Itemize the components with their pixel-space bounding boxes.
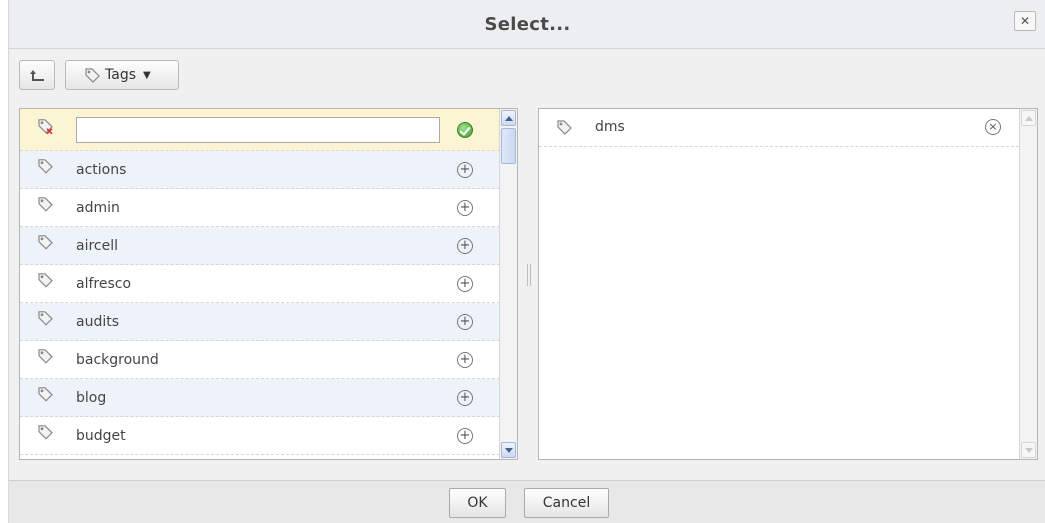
close-button[interactable]: ✕ [1014,11,1036,31]
tag-icon [85,68,100,83]
ok-button[interactable]: OK [449,488,506,518]
tag-icon [36,270,54,292]
search-row [20,109,500,151]
add-icon[interactable]: + [457,199,473,216]
add-icon[interactable]: + [457,427,473,444]
add-icon[interactable]: + [457,389,473,406]
list-item: audits + [20,303,500,341]
list-item-label: blog [76,389,107,406]
list-item-label: budget [76,427,126,444]
list-item-label: audits [76,313,120,330]
selected-item: dms × [539,109,1019,147]
list-item-label: admin [76,199,120,216]
list-item: admin + [20,189,500,227]
new-tag-icon [36,116,54,138]
list-item: actions + [20,151,500,189]
available-items-panel: actions + admin + aircell + alfresco + a… [19,108,518,460]
available-items-scrollbar[interactable] [499,109,517,459]
tag-icon [36,308,54,330]
tags-dropdown-button[interactable]: Tags ▼ [65,60,179,90]
list-item: background + [20,341,500,379]
add-icon[interactable]: + [457,313,473,330]
dialog-footer: OK Cancel [9,480,1045,523]
list-item-label: actions [76,161,127,178]
list-item-label: aircell [76,237,119,254]
scroll-up-icon[interactable] [1021,110,1036,126]
tag-icon [36,194,54,216]
scroll-down-icon[interactable] [501,442,516,458]
navigate-up-button[interactable] [19,60,55,90]
cancel-button[interactable]: Cancel [524,488,609,518]
tag-icon [36,156,54,178]
panel-splitter-handle[interactable] [527,264,531,286]
up-arrow-icon [30,70,44,81]
scroll-up-icon[interactable] [501,110,516,126]
available-items-list: actions + admin + aircell + alfresco + a… [20,109,500,455]
scroll-down-icon[interactable] [1021,442,1036,458]
tag-icon [36,384,54,406]
selected-items-panel: dms × [538,108,1038,460]
tag-icon [36,232,54,254]
add-icon[interactable]: + [457,237,473,254]
dialog-titlebar: Select... ✕ [9,0,1045,49]
tag-icon [36,422,54,444]
dialog-title: Select... [484,14,571,35]
remove-icon[interactable]: × [985,119,1001,135]
list-item: blog + [20,379,500,417]
chevron-down-icon: ▼ [143,69,151,81]
select-dialog: Select... ✕ Tags ▼ actions + admin + air… [8,0,1045,523]
tags-dropdown-label: Tags [105,67,136,83]
tag-icon [555,118,573,140]
add-icon[interactable]: + [457,351,473,368]
list-item-label: alfresco [76,275,132,292]
tag-icon [36,346,54,368]
tag-search-input[interactable] [76,117,440,143]
list-item-label: background [76,351,159,368]
selected-items-scrollbar[interactable] [1019,109,1037,459]
selected-item-label: dms [595,119,625,135]
add-icon[interactable]: + [457,275,473,292]
toolbar: Tags ▼ [9,56,1045,94]
scroll-thumb[interactable] [501,128,516,164]
confirm-check-icon[interactable] [457,122,473,138]
list-item: budget + [20,417,500,455]
list-item: alfresco + [20,265,500,303]
add-icon[interactable]: + [457,161,473,178]
list-item: aircell + [20,227,500,265]
